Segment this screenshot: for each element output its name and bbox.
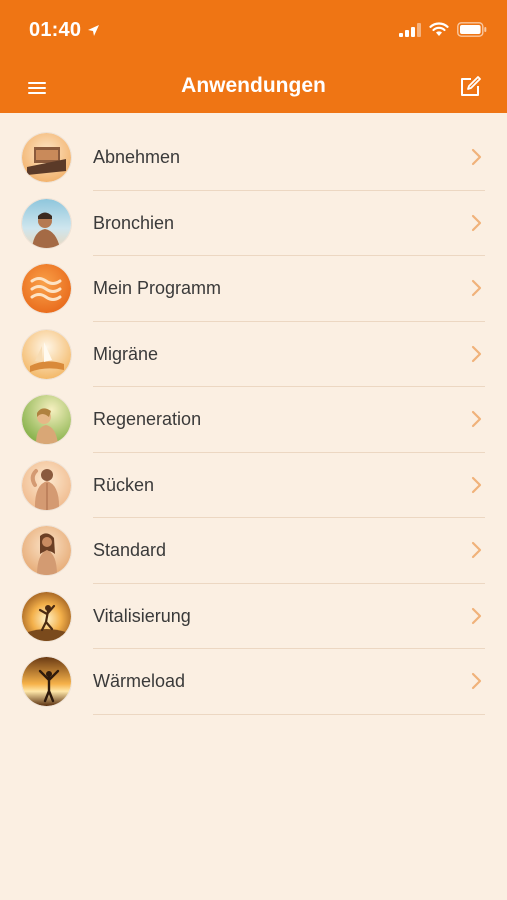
regeneration-avatar-icon xyxy=(22,395,71,444)
list-item-label: Mein Programm xyxy=(93,278,222,298)
chevron-right-icon xyxy=(471,214,482,231)
list-item-regeneration[interactable]: Regeneration xyxy=(0,387,507,453)
list-item-waermeload[interactable]: Wärmeload xyxy=(0,649,507,715)
list-item-label: Vitalisierung xyxy=(93,605,191,626)
page-title: Anwendungen xyxy=(181,74,326,97)
wifi-icon xyxy=(429,22,449,36)
chevron-right-icon xyxy=(471,476,482,493)
list-item-label: Rücken xyxy=(93,474,155,495)
list-item-label: Standard xyxy=(93,540,167,560)
list-item-mein-programm[interactable]: Mein Programm xyxy=(0,256,507,322)
chevron-right-icon xyxy=(471,148,482,166)
waermeload-avatar-icon xyxy=(22,657,71,706)
app-header: 01:40 Anwendungen xyxy=(0,0,507,113)
list-item-label: Wärmeload xyxy=(93,671,186,691)
chevron-right-icon xyxy=(471,541,482,559)
edit-button[interactable] xyxy=(455,73,485,101)
signal-icon xyxy=(399,22,421,37)
applications-list: Abnehmen Bronchien Mein Programm Migräne… xyxy=(0,125,507,715)
list-item-bronchien[interactable]: Bronchien xyxy=(0,191,507,256)
bronchien-avatar-icon xyxy=(22,198,71,248)
vitalisierung-avatar-icon xyxy=(22,591,71,641)
list-item-abnehmen[interactable]: Abnehmen xyxy=(0,125,507,191)
battery-icon xyxy=(457,22,487,37)
chevron-right-icon xyxy=(471,279,482,297)
nav-bar: Anwendungen xyxy=(0,60,507,113)
standard-avatar-icon xyxy=(22,526,71,575)
chevron-right-icon xyxy=(471,410,482,428)
status-icons xyxy=(399,22,487,37)
divider xyxy=(93,713,485,715)
migraene-avatar-icon xyxy=(22,329,71,379)
chevron-right-icon xyxy=(471,345,482,362)
status-bar: 01:40 xyxy=(0,0,507,60)
chevron-right-icon xyxy=(471,607,482,624)
list-item-migraene[interactable]: Migräne xyxy=(0,322,507,387)
list-item-label: Bronchien xyxy=(93,212,175,233)
list-item-vitalisierung[interactable]: Vitalisierung xyxy=(0,584,507,649)
list-item-label: Migräne xyxy=(93,343,159,364)
abnehmen-avatar-icon xyxy=(22,133,71,182)
chevron-right-icon xyxy=(471,672,482,690)
list-item-label: Regeneration xyxy=(93,409,202,429)
list-item-ruecken[interactable]: Rücken xyxy=(0,453,507,518)
edit-icon xyxy=(461,76,481,96)
location-arrow-icon xyxy=(88,25,100,36)
status-time-label: 01:40 xyxy=(29,19,82,41)
ruecken-avatar-icon xyxy=(22,460,71,510)
mein-programm-avatar-icon xyxy=(22,264,71,313)
list-item-standard[interactable]: Standard xyxy=(0,518,507,584)
list-item-label: Abnehmen xyxy=(93,147,181,167)
status-time: 01:40 xyxy=(29,19,100,42)
